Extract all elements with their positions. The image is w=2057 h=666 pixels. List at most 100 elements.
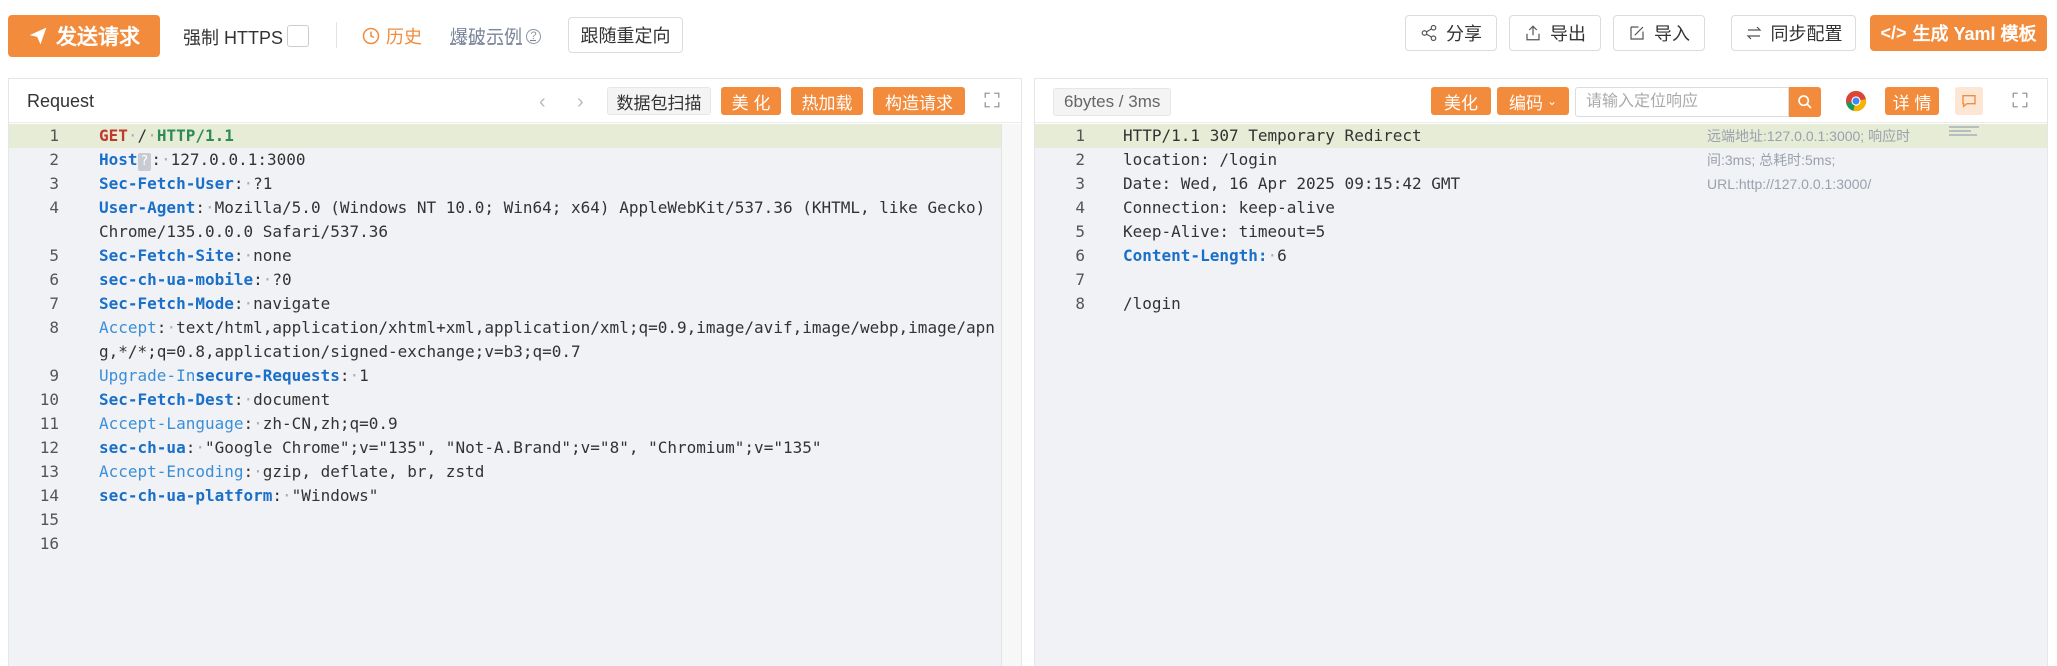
info-badge[interactable]: ? (137, 153, 152, 171)
send-request-button[interactable]: 发送请求 (8, 15, 160, 57)
header-key: Sec-Fetch-Dest (99, 390, 234, 409)
line-number: 5 (49, 246, 59, 265)
header-key: User-Agent (99, 198, 196, 217)
line-number: 5 (1075, 222, 1085, 241)
header-key: Accept-Encoding (99, 462, 244, 481)
response-panel: 6bytes / 3ms 美化 编码 ⌄ 请输入定位响应 详 情 1 HTTP/… (1034, 78, 2048, 666)
import-button[interactable]: 导入 (1613, 15, 1705, 51)
header-key: Host (99, 150, 138, 169)
locate-response-input[interactable]: 请输入定位响应 (1575, 87, 1789, 117)
header-key: Content-Length: (1123, 246, 1268, 265)
comment-button[interactable] (1955, 87, 1983, 115)
vertical-scrollbar[interactable] (1001, 124, 1021, 666)
search-icon (1798, 95, 1812, 109)
share-label: 分享 (1446, 24, 1482, 44)
code-line: 10 Sec-Fetch-Dest:·document (9, 388, 1021, 412)
generate-yaml-button[interactable]: </> 生成 Yaml 模板 (1870, 15, 2047, 51)
search-button[interactable] (1789, 87, 1821, 117)
import-label: 导入 (1654, 24, 1690, 44)
send-request-label: 发送请求 (56, 26, 140, 49)
line-number: 3 (1075, 174, 1085, 193)
header-key: sec-ch-ua-mobile (99, 270, 254, 289)
header-value: Mozilla/5.0 (Windows NT 10.0; Win64; x64… (99, 198, 995, 241)
line-number: 6 (1075, 246, 1085, 265)
import-icon (1630, 26, 1644, 40)
code-line: 8 Accept:·text/html,application/xhtml+xm… (9, 316, 1021, 364)
line-number: 7 (49, 294, 59, 313)
header-value: "Google Chrome";v="135", "Not-A.Brand";v… (204, 438, 822, 457)
encoding-dropdown[interactable]: 编码 ⌄ (1497, 87, 1569, 115)
line-number: 12 (39, 438, 59, 457)
hot-reload-button[interactable]: 热加载 (791, 87, 863, 115)
code-line: 11 Accept-Language:·zh-CN,zh;q=0.9 (9, 412, 1021, 436)
follow-redirect-button[interactable]: 跟随重定向 (568, 17, 683, 53)
code-line: 5 Keep-Alive: timeout=5 (1035, 220, 2047, 244)
code-line: 5 Sec-Fetch-Site:·none (9, 244, 1021, 268)
construct-request-button[interactable]: 构造请求 (873, 87, 965, 115)
history-button[interactable]: 历史 (362, 23, 422, 49)
comment-icon (1962, 95, 1976, 108)
response-panel-header: 6bytes / 3ms 美化 编码 ⌄ 请输入定位响应 详 情 (1035, 79, 2047, 123)
line-number: 4 (1075, 198, 1085, 217)
header-value: none (253, 246, 292, 265)
line-number: 8 (1075, 294, 1085, 313)
code-line: 6 sec-ch-ua-mobile:·?0 (9, 268, 1021, 292)
header-value: ?1 (253, 174, 273, 193)
header-value: text/html,application/xhtml+xml,applicat… (99, 318, 995, 361)
line-number: 14 (39, 486, 59, 505)
force-https-checkbox[interactable] (287, 25, 309, 47)
share-icon (1421, 24, 1437, 42)
beautify-request-button[interactable]: 美 化 (721, 87, 781, 115)
header-line: Connection: keep-alive (1123, 198, 1335, 217)
beautify-response-button[interactable]: 美化 (1431, 87, 1491, 115)
line-number: 8 (49, 318, 59, 337)
response-meta-info: 远端地址:127.0.0.1:3000; 响应时间:3ms; 总耗时:5ms; … (1707, 128, 1911, 192)
line-number: 11 (39, 414, 59, 433)
sync-config-label: 同步配置 (1770, 24, 1843, 44)
code-line: 8 /login (1035, 292, 2047, 316)
code-line: 9 Upgrade-Insecure-Requests:·1 (9, 364, 1021, 388)
packet-scan-button[interactable]: 数据包扫描 (607, 87, 711, 115)
header-value: "Windows" (291, 486, 379, 505)
follow-redirect-label: 跟随重定向 (580, 26, 671, 46)
burst-example-label: 爆破示例 (450, 27, 522, 47)
header-value: ?0 (272, 270, 292, 289)
request-panel-header: Request ‹ › 数据包扫描 美 化 热加载 构造请求 (9, 79, 1021, 123)
chevron-right-icon[interactable]: › (577, 91, 584, 114)
header-value: zh-CN,zh;q=0.9 (262, 414, 398, 433)
header-value: 6 (1277, 246, 1287, 265)
encoding-label: 编码 (1508, 93, 1543, 113)
line-number: 9 (49, 366, 59, 385)
chevron-down-icon: ⌄ (1546, 94, 1558, 108)
send-icon (29, 27, 47, 45)
export-icon (1526, 25, 1540, 41)
response-editor[interactable]: 1 HTTP/1.1 307 Temporary Redirect 2 loca… (1035, 124, 2047, 666)
line-number: 2 (1075, 150, 1085, 169)
code-line: 14 sec-ch-ua-platform:·"Windows" (9, 484, 1021, 508)
header-value: navigate (253, 294, 331, 313)
request-editor[interactable]: 1 GET·/·HTTP/1.1 2 Host?:·127.0.0.1:3000… (9, 124, 1021, 666)
line-number: 10 (39, 390, 59, 409)
line-number: 15 (39, 510, 59, 529)
chrome-icon[interactable] (1845, 90, 1867, 112)
share-button[interactable]: 分享 (1405, 15, 1497, 51)
fullscreen-icon[interactable] (983, 91, 1001, 109)
header-key: Sec-Fetch-Site (99, 246, 234, 265)
code-line: 12 sec-ch-ua:·"Google Chrome";v="135", "… (9, 436, 1021, 460)
chevron-left-icon[interactable]: ‹ (539, 91, 546, 114)
code-line: 2 Host?:·127.0.0.1:3000 (9, 148, 1021, 172)
header-key: Accept (99, 318, 157, 337)
fullscreen-icon[interactable] (2011, 91, 2029, 109)
export-button[interactable]: 导出 (1509, 15, 1601, 51)
detail-button[interactable]: 详 情 (1885, 87, 1939, 115)
line-number: 6 (49, 270, 59, 289)
header-line: Keep-Alive: timeout=5 (1123, 222, 1326, 241)
code-line: 6 Content-Length:·6 (1035, 244, 2047, 268)
line-number: 3 (49, 174, 59, 193)
sync-config-button[interactable]: 同步配置 (1731, 15, 1856, 51)
response-size-badge: 6bytes / 3ms (1053, 88, 1172, 116)
header-key-part: secure-Requests (195, 366, 340, 385)
burst-example-link[interactable]: 爆破示例 ? (450, 23, 541, 49)
sync-icon (1746, 26, 1761, 40)
line-number: 2 (49, 150, 59, 169)
